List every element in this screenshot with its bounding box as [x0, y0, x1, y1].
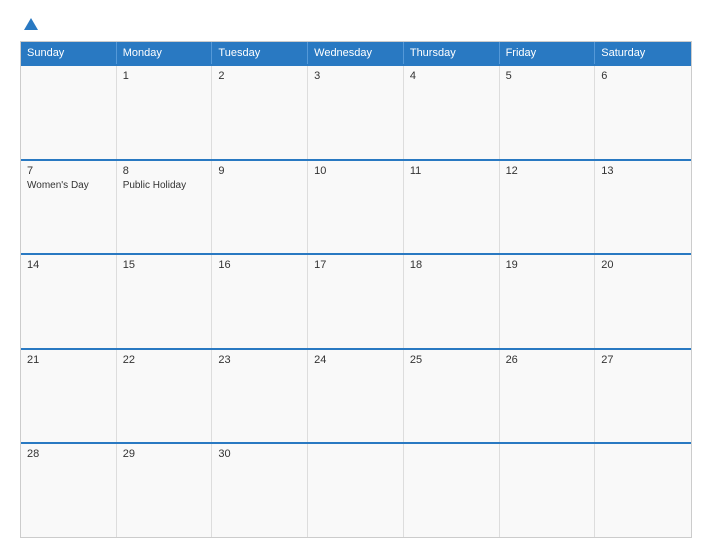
calendar-cell: [308, 444, 404, 537]
day-number: 25: [410, 354, 493, 366]
calendar-cell: 26: [500, 350, 596, 443]
calendar-week-3: 14 15 16 17 18 19 20: [21, 253, 691, 348]
day-number: 4: [410, 70, 493, 82]
day-number: 24: [314, 354, 397, 366]
event-label: Public Holiday: [123, 179, 206, 192]
calendar-cell: 19: [500, 255, 596, 348]
day-number: 21: [27, 354, 110, 366]
calendar-week-2: 7 Women's Day 8 Public Holiday 9 10 11 12 13: [21, 159, 691, 254]
day-number: 18: [410, 259, 493, 271]
day-number: 2: [218, 70, 301, 82]
day-number: 16: [218, 259, 301, 271]
calendar-cell: 6: [595, 66, 691, 159]
day-header-sunday: Sunday: [21, 42, 117, 64]
day-number: 17: [314, 259, 397, 271]
calendar-cell: 12: [500, 161, 596, 254]
calendar-cell: 25: [404, 350, 500, 443]
day-number: 28: [27, 448, 110, 460]
calendar-cell: 8 Public Holiday: [117, 161, 213, 254]
calendar-week-1: 123456: [21, 64, 691, 159]
day-header-thursday: Thursday: [404, 42, 500, 64]
day-header-saturday: Saturday: [595, 42, 691, 64]
calendar-cell: 24: [308, 350, 404, 443]
calendar-cell: 10: [308, 161, 404, 254]
day-number: 8: [123, 165, 206, 177]
calendar-cell: 5: [500, 66, 596, 159]
day-number: 7: [27, 165, 110, 177]
header: [20, 18, 692, 31]
calendar-cell: 29: [117, 444, 213, 537]
calendar-cell: 28: [21, 444, 117, 537]
calendar-cell: 21: [21, 350, 117, 443]
day-number: 30: [218, 448, 301, 460]
day-number: 12: [506, 165, 589, 177]
day-number: 13: [601, 165, 685, 177]
calendar-cell: 22: [117, 350, 213, 443]
calendar-cell: 13: [595, 161, 691, 254]
day-number: 23: [218, 354, 301, 366]
day-number: 19: [506, 259, 589, 271]
day-number: 14: [27, 259, 110, 271]
calendar-body: 1234567Women's Day8Public Holiday9101112…: [21, 64, 691, 537]
day-number: 29: [123, 448, 206, 460]
day-number: 3: [314, 70, 397, 82]
calendar-cell: 4: [404, 66, 500, 159]
calendar-cell: 16: [212, 255, 308, 348]
day-number: 15: [123, 259, 206, 271]
day-number: 22: [123, 354, 206, 366]
calendar: SundayMondayTuesdayWednesdayThursdayFrid…: [20, 41, 692, 538]
logo-triangle-icon: [24, 18, 38, 30]
day-header-monday: Monday: [117, 42, 213, 64]
calendar-cell: 20: [595, 255, 691, 348]
calendar-cell: 7 Women's Day: [21, 161, 117, 254]
day-number: 6: [601, 70, 685, 82]
day-number: 9: [218, 165, 301, 177]
calendar-cell: 11: [404, 161, 500, 254]
day-header-wednesday: Wednesday: [308, 42, 404, 64]
logo: [20, 18, 38, 31]
calendar-cell: 30: [212, 444, 308, 537]
calendar-cell: 2: [212, 66, 308, 159]
day-header-friday: Friday: [500, 42, 596, 64]
calendar-cell: [404, 444, 500, 537]
calendar-cell: 1: [117, 66, 213, 159]
day-number: 26: [506, 354, 589, 366]
calendar-cell: 23: [212, 350, 308, 443]
calendar-cell: [595, 444, 691, 537]
calendar-cell: 18: [404, 255, 500, 348]
calendar-week-5: 28 29 30: [21, 442, 691, 537]
calendar-cell: 3: [308, 66, 404, 159]
calendar-cell: 27: [595, 350, 691, 443]
day-number: 27: [601, 354, 685, 366]
calendar-cell: [21, 66, 117, 159]
calendar-cell: 14: [21, 255, 117, 348]
day-number: 20: [601, 259, 685, 271]
page: SundayMondayTuesdayWednesdayThursdayFrid…: [0, 0, 712, 550]
calendar-week-4: 21 22 23 24 25 26 27: [21, 348, 691, 443]
calendar-header-row: SundayMondayTuesdayWednesdayThursdayFrid…: [21, 42, 691, 64]
day-header-tuesday: Tuesday: [212, 42, 308, 64]
day-number: 10: [314, 165, 397, 177]
calendar-cell: [500, 444, 596, 537]
logo-blue-row: [20, 18, 38, 31]
calendar-cell: 9: [212, 161, 308, 254]
day-number: 1: [123, 70, 206, 82]
calendar-cell: 17: [308, 255, 404, 348]
day-number: 5: [506, 70, 589, 82]
event-label: Women's Day: [27, 179, 110, 192]
calendar-cell: 15: [117, 255, 213, 348]
day-number: 11: [410, 165, 493, 177]
